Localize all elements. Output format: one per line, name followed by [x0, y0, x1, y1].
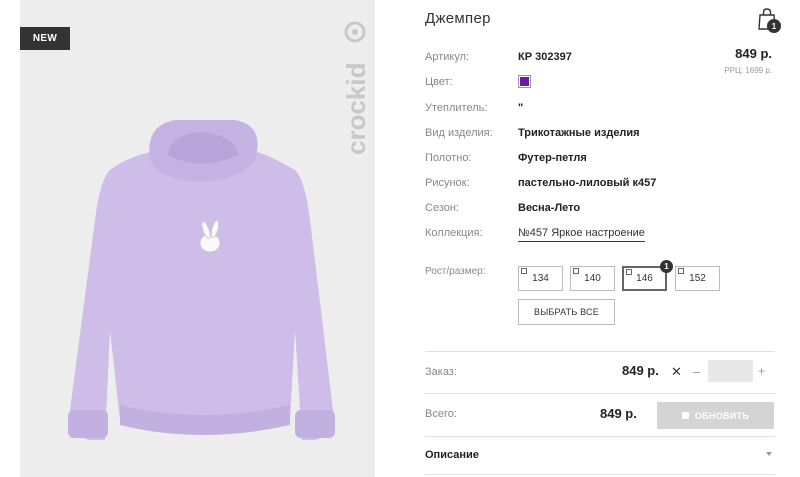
multiply-icon: ✕ [671, 364, 682, 379]
attr-type: Вид изделия: Трикотажные изделия [425, 127, 705, 143]
attr-value: КР 302397 [518, 51, 572, 63]
new-badge: NEW [20, 27, 70, 50]
description-toggle[interactable]: Описание [425, 449, 479, 461]
attr-pattern: Рисунок: пастельно-лиловый к457 [425, 177, 705, 193]
product-rrp: РРЦ: 1699 р. [724, 66, 772, 75]
attr-insulation: Утеплитель: " [425, 102, 705, 118]
collection-link[interactable]: №457 Яркое настроение [518, 227, 645, 242]
size-checkbox-icon [678, 268, 684, 274]
divider [425, 393, 775, 394]
attr-label: Цвет: [425, 76, 453, 88]
cart-count-badge: 1 [767, 19, 781, 33]
attr-value: Весна-Лето [518, 202, 581, 214]
increase-button[interactable]: + [758, 364, 765, 378]
product-price: 849 р. [735, 46, 772, 61]
attr-color: Цвет: [425, 75, 705, 92]
divider [425, 351, 775, 352]
product-title: Джемпер [425, 10, 491, 27]
decrease-button[interactable]: – [693, 364, 700, 379]
update-button[interactable]: ОБНОВИТЬ [657, 402, 774, 429]
size-option-134[interactable]: 134 [518, 266, 563, 291]
size-option-140[interactable]: 140 [570, 266, 615, 291]
attr-value: Футер-петля [518, 152, 587, 164]
attr-label: Рисунок: [425, 177, 470, 189]
color-swatch-fill [520, 77, 529, 86]
size-value: 146 [636, 273, 653, 284]
divider [425, 436, 775, 437]
attr-label: Вид изделия: [425, 127, 493, 139]
attr-value: пастельно-лиловый к457 [518, 177, 657, 189]
attr-label: Утеплитель: [425, 102, 488, 114]
attr-value: " [518, 102, 524, 114]
attr-label: Коллекция: [425, 227, 483, 239]
attr-collection: Коллекция: №457 Яркое настроение [425, 227, 705, 243]
order-label: Заказ: [425, 366, 457, 378]
product-image[interactable]: NEW crockid [20, 0, 375, 477]
total-price: 849 р. [600, 406, 637, 421]
cart-small-icon [681, 412, 689, 419]
attr-article: Артикул: КР 302397 [425, 51, 705, 67]
size-checkbox-icon [626, 269, 632, 275]
chevron-down-icon[interactable] [766, 452, 772, 456]
total-label: Всего: [425, 408, 457, 420]
size-label: Рост/размер: [425, 266, 486, 277]
order-price: 849 р. [622, 363, 659, 378]
divider [425, 474, 775, 475]
update-button-label: ОБНОВИТЬ [694, 410, 750, 421]
size-checkbox-icon [573, 268, 579, 274]
size-checkbox-icon [521, 268, 527, 274]
attr-label: Полотно: [425, 152, 472, 164]
product-info: Джемпер 1 Артикул: КР 302397 Цвет: Утепл… [425, 0, 781, 477]
quantity-input[interactable] [708, 360, 753, 382]
attr-value: Трикотажные изделия [518, 127, 640, 139]
attr-season: Сезон: Весна-Лето [425, 202, 705, 218]
size-option-152[interactable]: 152 [675, 266, 720, 291]
attr-label: Артикул: [425, 51, 470, 63]
size-count-badge: 1 [660, 260, 673, 273]
hoodie-illustration [68, 120, 335, 440]
attr-label: Сезон: [425, 202, 459, 214]
size-value: 140 [584, 273, 601, 284]
select-all-button[interactable]: ВЫБРАТЬ ВСЕ [518, 299, 615, 325]
size-value: 152 [689, 273, 706, 284]
attr-fabric: Полотно: Футер-петля [425, 152, 705, 168]
color-swatch[interactable] [518, 75, 531, 88]
size-value: 134 [532, 273, 549, 284]
